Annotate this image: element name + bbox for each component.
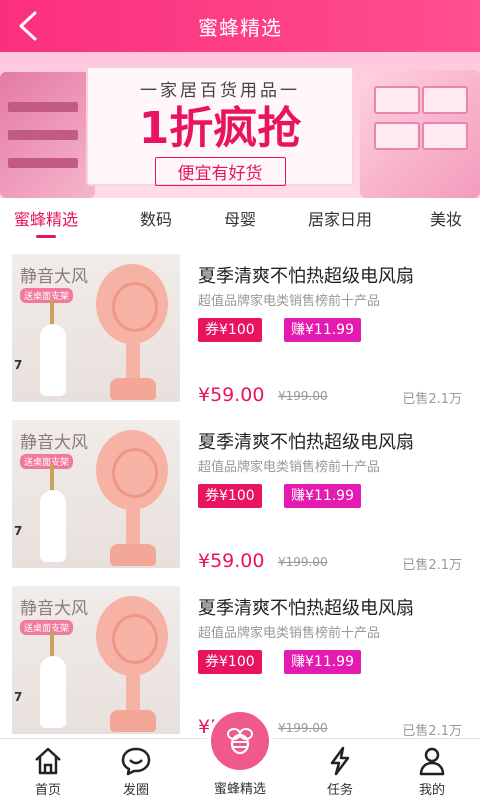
banner-card: 一家居百货用品一 1折疯抢 便宜有好货 xyxy=(86,66,354,186)
tab-household[interactable]: 居家日用 xyxy=(308,198,372,244)
home-icon xyxy=(35,747,61,775)
tabbar-tasks-label: 任务 xyxy=(326,783,353,798)
fan-icon xyxy=(96,264,168,344)
promo-banner[interactable]: 一家居百货用品一 1折疯抢 便宜有好货 xyxy=(0,52,480,198)
fan-icon xyxy=(96,596,168,676)
image-caption: 静音大风 xyxy=(20,433,88,453)
product-price: ¥59.00 xyxy=(198,384,265,406)
image-caption: 静音大风 xyxy=(20,267,88,287)
tabbar-post-label: 发圈 xyxy=(122,783,149,798)
original-price: ¥199.00 xyxy=(278,721,328,735)
product-name: 夏季清爽不怕热超级电风扇 xyxy=(198,598,414,619)
tabbar-featured-button[interactable] xyxy=(207,708,273,774)
original-price: ¥199.00 xyxy=(278,555,328,569)
image-tag: 送桌面支架 xyxy=(20,288,74,303)
product-name: 夏季清爽不怕热超级电风扇 xyxy=(198,432,414,453)
image-tag: 送桌面支架 xyxy=(20,454,74,469)
banner-slogan: 便宜有好货 xyxy=(154,157,286,186)
banner-shelf-image xyxy=(0,72,95,198)
banner-drawer-image xyxy=(360,70,480,198)
earn-badge: 赚¥11.99 xyxy=(284,650,361,674)
tabbar-home[interactable]: 首页 xyxy=(8,739,88,800)
fan-icon xyxy=(96,430,168,510)
sold-count: 已售2.1万 xyxy=(402,392,462,407)
page-title: 蜜蜂精选 xyxy=(198,15,282,40)
coupon-badge: 券¥100 xyxy=(198,484,262,508)
product-card[interactable]: 静音大风 送桌面支架 7 夏季清爽不怕热超级电风扇 超值品牌家电类销售榜前十产品… xyxy=(0,410,480,576)
tabbar-featured-label: 蜜蜂精选 xyxy=(213,782,266,797)
sold-count: 已售2.1万 xyxy=(402,558,462,573)
sold-count: 已售2.1万 xyxy=(402,724,462,738)
tabbar-mine-label: 我的 xyxy=(418,783,445,798)
tab-digital[interactable]: 数码 xyxy=(140,198,172,244)
product-image: 静音大风 送桌面支架 7 xyxy=(12,586,180,734)
banner-headline: 1折疯抢 xyxy=(138,103,302,154)
product-image: 静音大风 送桌面支架 7 xyxy=(12,420,180,568)
product-price: ¥59.00 xyxy=(198,550,265,572)
image-tag: 送桌面支架 xyxy=(20,620,74,635)
tab-beauty[interactable]: 美妆 xyxy=(430,198,462,244)
tab-baby[interactable]: 母婴 xyxy=(224,198,256,244)
coupon-badge: 券¥100 xyxy=(198,650,262,674)
image-number: 7 xyxy=(14,358,23,372)
product-desc: 超值品牌家电类销售榜前十产品 xyxy=(198,460,381,475)
coupon-badge: 券¥100 xyxy=(198,318,262,342)
category-tabs: 蜜蜂精选 数码 母婴 居家日用 美妆 xyxy=(0,198,480,244)
earn-badge: 赚¥11.99 xyxy=(284,318,361,342)
tabbar-mine[interactable]: 我的 xyxy=(392,739,472,800)
image-caption: 静音大风 xyxy=(20,599,88,619)
back-button[interactable] xyxy=(10,8,46,44)
earn-badge: 赚¥11.99 xyxy=(284,484,361,508)
tab-featured[interactable]: 蜜蜂精选 xyxy=(14,198,78,244)
image-number: 7 xyxy=(14,524,23,538)
product-desc: 超值品牌家电类销售榜前十产品 xyxy=(198,626,381,641)
chevron-left-icon xyxy=(19,11,37,41)
image-number: 7 xyxy=(14,690,23,704)
product-card[interactable]: 静音大风 送桌面支架 7 夏季清爽不怕热超级电风扇 超值品牌家电类销售榜前十产品… xyxy=(0,244,480,410)
lightning-icon xyxy=(330,746,350,776)
product-image: 静音大风 送桌面支架 7 xyxy=(12,254,180,402)
chat-bubble-icon xyxy=(121,747,151,776)
original-price: ¥199.00 xyxy=(278,389,328,403)
tabbar-home-label: 首页 xyxy=(34,783,61,798)
user-icon xyxy=(419,747,445,776)
product-desc: 超值品牌家电类销售榜前十产品 xyxy=(198,294,381,309)
product-name: 夏季清爽不怕热超级电风扇 xyxy=(198,266,414,287)
bee-icon xyxy=(227,728,253,755)
tabbar-post[interactable]: 发圈 xyxy=(96,739,176,800)
banner-subtitle: 一家居百货用品一 xyxy=(140,81,300,101)
product-list: 静音大风 送桌面支架 7 夏季清爽不怕热超级电风扇 超值品牌家电类销售榜前十产品… xyxy=(0,244,480,738)
app-header: 蜜蜂精选 xyxy=(0,0,480,52)
tabbar-tasks[interactable]: 任务 xyxy=(300,739,380,800)
